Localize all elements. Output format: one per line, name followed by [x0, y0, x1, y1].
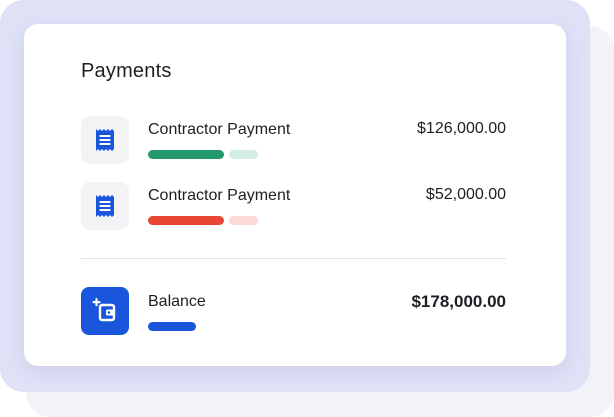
bar-primary-segment [148, 150, 224, 159]
bar-primary-segment [148, 216, 224, 225]
payment-amount: $52,000.00 [425, 186, 506, 203]
payment-label: Contractor Payment [148, 187, 291, 204]
payment-row[interactable]: Contractor Payment $52,000.00 [81, 182, 506, 230]
divider [81, 258, 506, 259]
balance-row[interactable]: Balance $178,000.00 [81, 287, 506, 335]
payment-label: Contractor Payment [148, 121, 291, 138]
payment-row[interactable]: Contractor Payment $126,000.00 [81, 116, 506, 164]
balance-icon-tile [81, 287, 129, 335]
payments-card: Payments Contractor Payment $126,000.00 [24, 24, 566, 366]
bar-secondary-segment [229, 216, 258, 225]
payment-amount: $126,000.00 [417, 120, 506, 137]
wallet-add-icon [92, 298, 116, 322]
card-title: Payments [81, 60, 172, 82]
payment-icon-tile [81, 116, 129, 164]
receipt-icon [96, 129, 114, 151]
bar-secondary-segment [229, 150, 258, 159]
balance-amount: $178,000.00 [411, 292, 506, 311]
receipt-icon [96, 195, 114, 217]
payment-icon-tile [81, 182, 129, 230]
balance-label: Balance [148, 293, 206, 310]
bar-primary-segment [148, 322, 196, 331]
